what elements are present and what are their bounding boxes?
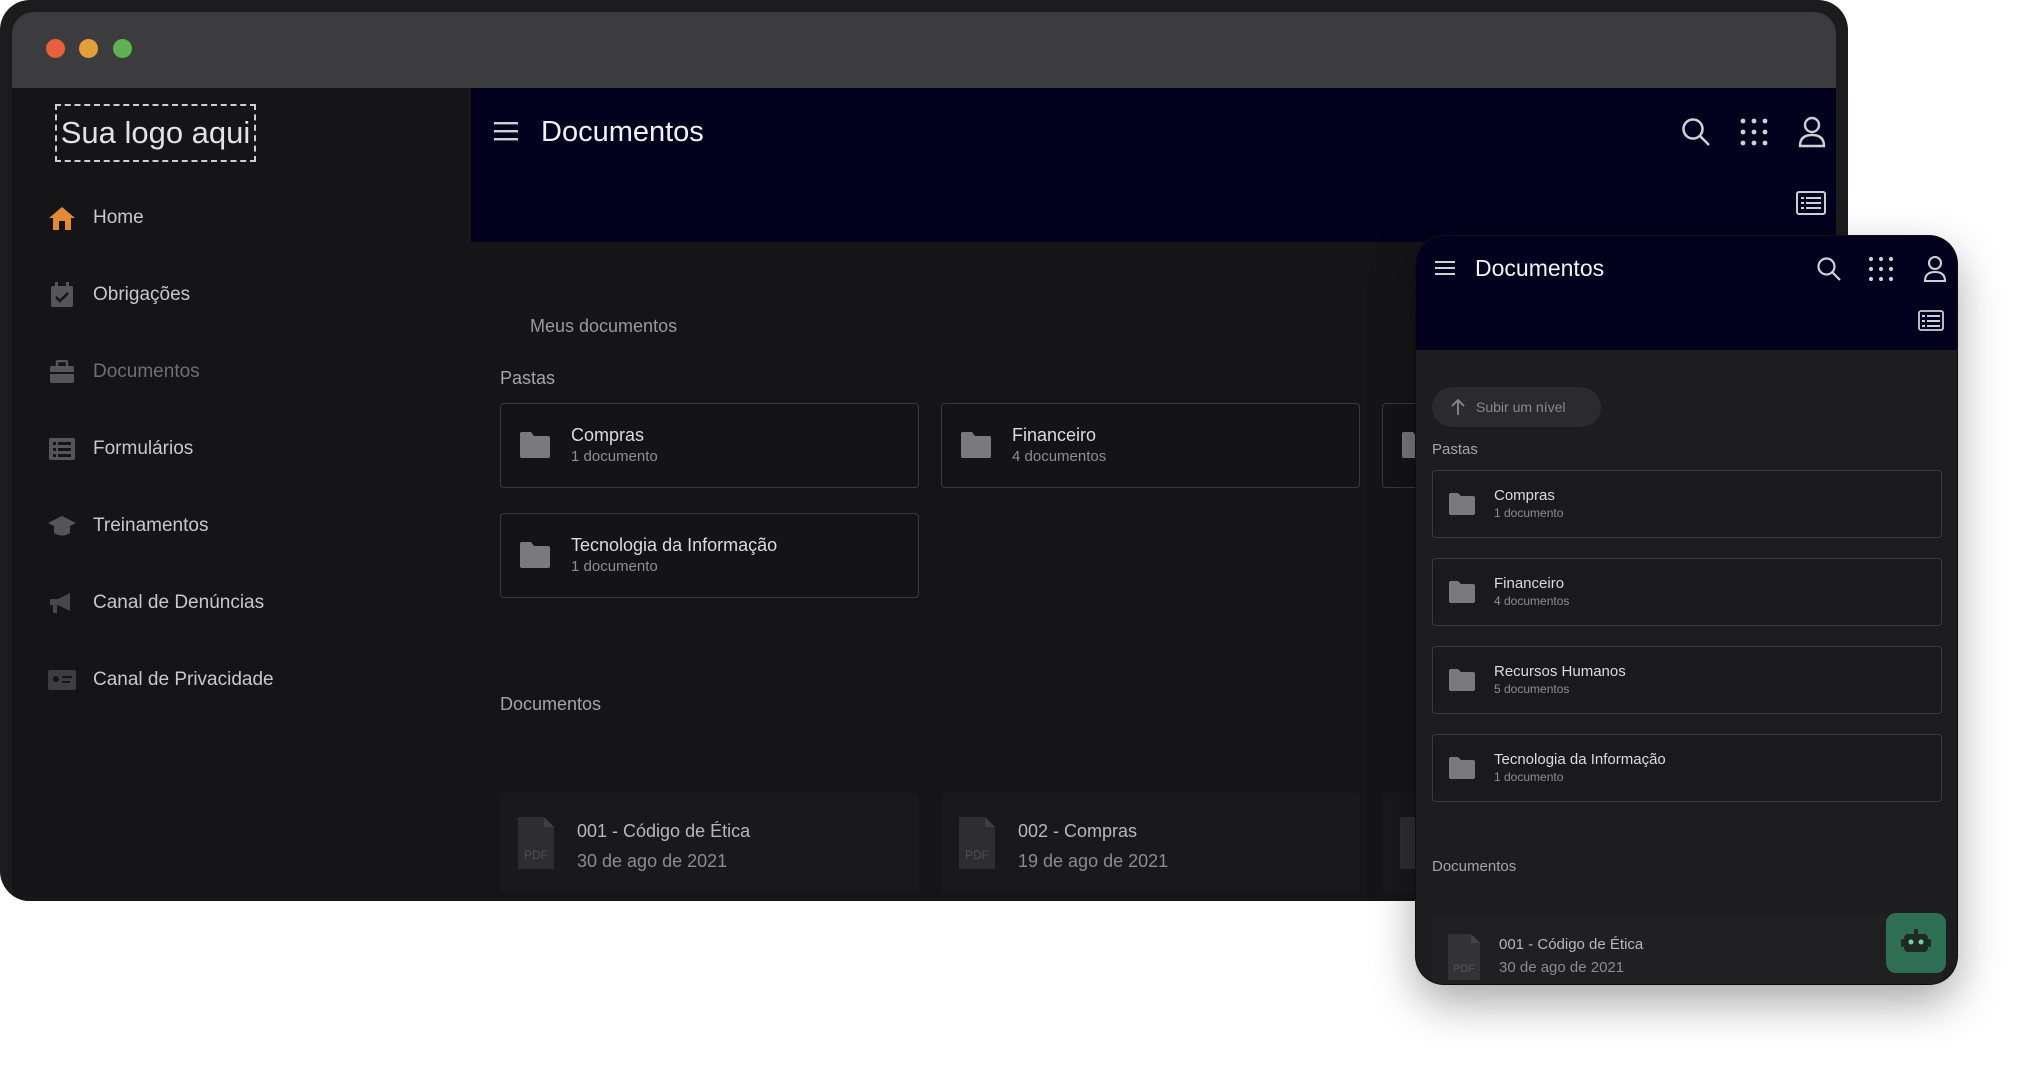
close-window-button[interactable]: [46, 39, 65, 58]
sidebar-item-obrigacoes[interactable]: Obrigações: [46, 275, 190, 315]
pdf-file-icon: PDF: [516, 815, 556, 876]
sidebar-item-home[interactable]: Home: [46, 198, 144, 238]
document-date: 30 de ago de 2021: [1499, 959, 1625, 976]
sidebar-item-label: Obrigações: [93, 284, 191, 305]
user-profile-icon[interactable]: [1798, 116, 1826, 153]
folder-count: 4 documentos: [1012, 448, 1107, 465]
pdf-file-icon: PDF: [1446, 932, 1482, 984]
sidebar-item-canal-privacidade[interactable]: Canal de Privacidade: [46, 660, 274, 700]
robot-icon: [1901, 928, 1931, 959]
home-icon: [46, 202, 78, 234]
arrow-up-icon: [1450, 398, 1466, 416]
folder-card-recursos-humanos[interactable]: Recursos Humanos 5 documentos: [1432, 646, 1942, 714]
folder-count: 1 documento: [1494, 770, 1564, 784]
breadcrumb[interactable]: Meus documentos: [530, 316, 677, 337]
folder-card-tecnologia[interactable]: Tecnologia da Informação 1 documento: [500, 513, 919, 598]
maximize-window-button[interactable]: [113, 39, 132, 58]
documents-section-title: Documentos: [1432, 858, 1517, 875]
folder-card-financeiro[interactable]: Financeiro 4 documentos: [941, 403, 1360, 488]
folder-card-compras[interactable]: Compras 1 documento: [500, 403, 919, 488]
sidebar-item-label: Canal de Privacidade: [93, 669, 274, 690]
sidebar: Sua logo aqui Home Obrigações Documentos: [12, 88, 471, 901]
document-card-codigo-etica[interactable]: PDF 001 - Código de Ética 30 de ago de 2…: [1432, 914, 1942, 984]
chat-assistant-button[interactable]: [1886, 913, 1946, 973]
minimize-window-button[interactable]: [79, 39, 98, 58]
folders-section-title: Pastas: [1432, 441, 1478, 458]
folder-name: Financeiro: [1012, 425, 1097, 445]
briefcase-icon: [46, 356, 78, 388]
graduation-cap-icon: [46, 510, 78, 542]
go-up-level-label: Subir um nível: [1476, 399, 1566, 415]
folder-icon: [960, 431, 992, 464]
calendar-check-icon: [46, 279, 78, 311]
document-name: 001 - Código de Ética: [577, 821, 751, 841]
sidebar-item-label: Treinamentos: [93, 515, 209, 536]
page-title: Documentos: [541, 116, 704, 148]
user-profile-icon[interactable]: [1923, 255, 1947, 288]
document-card-compras[interactable]: PDF 002 - Compras 19 de ago de 2021: [941, 793, 1360, 893]
document-card-codigo-etica[interactable]: PDF 001 - Código de Ética 30 de ago de 2…: [500, 793, 919, 893]
sidebar-item-label: Formulários: [93, 438, 194, 459]
top-header: Documentos: [471, 88, 1836, 242]
folder-name: Compras: [1494, 487, 1555, 504]
sidebar-item-treinamentos[interactable]: Treinamentos: [46, 506, 208, 546]
document-date: 30 de ago de 2021: [577, 851, 728, 871]
folder-icon: [1448, 668, 1476, 697]
folder-name: Compras: [571, 425, 645, 445]
folder-card-financeiro[interactable]: Financeiro 4 documentos: [1432, 558, 1942, 626]
folder-name: Recursos Humanos: [1494, 663, 1626, 680]
sidebar-item-label: Canal de Denúncias: [93, 592, 265, 613]
svg-text:PDF: PDF: [1453, 963, 1475, 975]
folder-name: Tecnologia da Informação: [571, 535, 778, 555]
folder-count: 5 documentos: [1494, 682, 1570, 696]
folder-icon: [1448, 492, 1476, 521]
apps-grid-icon[interactable]: [1868, 256, 1894, 287]
document-name: 002 - Compras: [1018, 821, 1138, 841]
folder-count: 1 documento: [571, 558, 658, 575]
list-view-icon[interactable]: [1918, 310, 1944, 337]
svg-text:PDF: PDF: [524, 848, 548, 862]
folder-card-compras[interactable]: Compras 1 documento: [1432, 470, 1942, 538]
logo-placeholder: Sua logo aqui: [55, 104, 256, 162]
list-view-icon[interactable]: [1796, 191, 1826, 220]
mobile-window: Documentos Subir um nível Pastas Compras…: [1416, 236, 1957, 984]
document-date: 19 de ago de 2021: [1018, 851, 1169, 871]
folder-icon: [1448, 756, 1476, 785]
search-icon[interactable]: [1816, 256, 1842, 287]
document-name: 001 - Código de Ética: [1499, 936, 1644, 953]
apps-grid-icon[interactable]: [1739, 117, 1769, 152]
sidebar-item-label: Home: [93, 207, 144, 228]
id-card-icon: [46, 664, 78, 696]
folder-count: 4 documentos: [1494, 594, 1570, 608]
sidebar-item-documentos[interactable]: Documentos: [46, 352, 200, 392]
folder-icon: [519, 431, 551, 464]
pdf-file-icon: PDF: [957, 815, 997, 876]
sidebar-item-formularios[interactable]: Formulários: [46, 429, 193, 469]
svg-text:PDF: PDF: [965, 848, 989, 862]
form-list-icon: [46, 433, 78, 465]
folder-card-tecnologia[interactable]: Tecnologia da Informação 1 documento: [1432, 734, 1942, 802]
folder-name: Financeiro: [1494, 575, 1565, 592]
megaphone-icon: [46, 587, 78, 619]
sidebar-item-canal-denuncias[interactable]: Canal de Denúncias: [46, 583, 264, 623]
hamburger-menu-icon[interactable]: [493, 120, 519, 147]
hamburger-menu-icon[interactable]: [1434, 258, 1456, 283]
mobile-header: Documentos: [1416, 236, 1957, 350]
folders-section-title: Pastas: [500, 368, 556, 388]
folder-count: 1 documento: [1494, 506, 1564, 520]
go-up-level-button[interactable]: Subir um nível: [1432, 387, 1601, 427]
folder-count: 1 documento: [571, 448, 658, 465]
folder-icon: [1448, 580, 1476, 609]
sidebar-item-label: Documentos: [93, 361, 200, 382]
documents-section-title: Documentos: [500, 694, 602, 714]
page-title: Documentos: [1475, 255, 1605, 281]
folder-icon: [519, 541, 551, 574]
search-icon[interactable]: [1681, 117, 1711, 152]
folder-name: Tecnologia da Informação: [1494, 751, 1666, 768]
window-titlebar: [12, 12, 1836, 88]
